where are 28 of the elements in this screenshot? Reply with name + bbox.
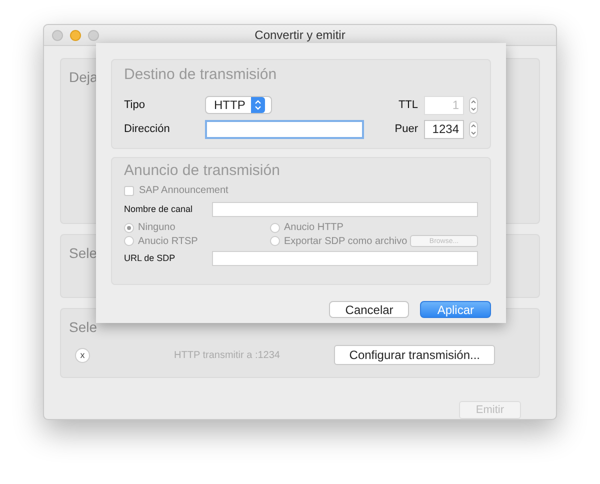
field-label: Tipo [124,99,146,111]
section-title: Deja [69,69,98,85]
field-label: Dirección [124,123,171,135]
window-title: Convertir y emitir [254,28,346,42]
channel-field[interactable] [212,202,478,216]
field-label: Nombre de canal [124,204,194,214]
output-summary: HTTP transmitir a :1234 [174,350,280,360]
sdp-url-field[interactable] [212,250,478,266]
section-title: Sele [69,319,98,335]
panel-title: Destino de transmisión [124,66,278,83]
cancel-button[interactable]: Cancelar [329,301,410,318]
caret-icon [251,97,265,113]
section-title: Sele [69,245,98,261]
stepper-icon[interactable] [469,96,478,114]
remove-button[interactable]: x [75,348,90,362]
minimize-icon[interactable] [70,30,81,40]
address-field[interactable] [205,120,364,138]
close-icon[interactable] [52,30,63,40]
stepper-icon[interactable] [469,120,478,138]
zoom-icon[interactable] [88,30,99,40]
field-label: URL de SDP [124,253,176,263]
panel-title: Anuncio de transmisión [124,162,281,179]
type-dropdown[interactable]: HTTP [205,96,272,114]
field-label: Puer [394,123,418,135]
configure-button[interactable]: Configurar transmisión... [334,345,495,365]
field-label: TTL [398,99,418,111]
port-field[interactable]: 1234 [424,120,464,138]
apply-button[interactable]: Aplicar [420,301,491,318]
